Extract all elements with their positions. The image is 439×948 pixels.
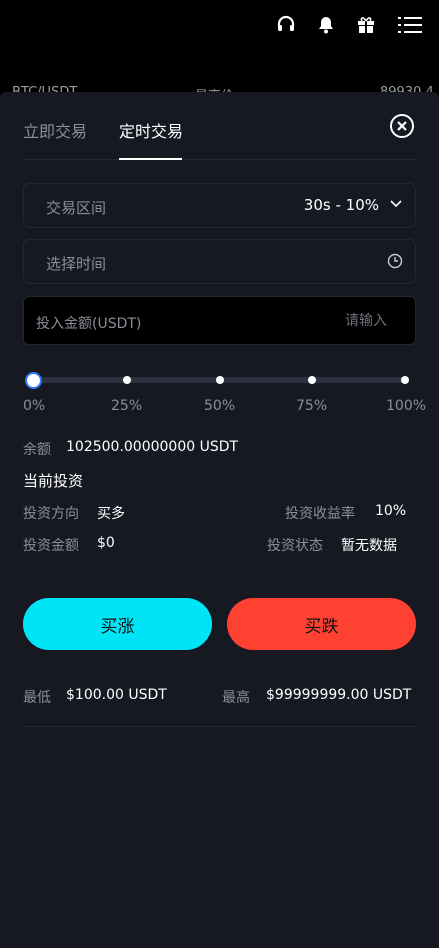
slider-stop-75[interactable] (308, 376, 316, 384)
max-value: $99999999.00 USDT (266, 687, 412, 703)
headset-icon[interactable] (273, 12, 299, 38)
divider (23, 726, 416, 727)
slider-stop-50[interactable] (216, 376, 224, 384)
amount-label: 投入金额(USDT) (36, 316, 142, 332)
current-investment-title: 当前投资 (23, 472, 84, 490)
return-value: 10% (375, 503, 407, 519)
status-label: 投资状态 (267, 538, 323, 554)
balance-value: 102500.00000000 USDT (66, 439, 239, 455)
active-tab-underline (119, 158, 182, 160)
min-value: $100.00 USDT (66, 687, 167, 703)
bell-icon[interactable] (313, 12, 339, 38)
slider-label-75: 75% (296, 398, 328, 414)
amount-slider[interactable] (23, 372, 416, 389)
interval-label: 交易区间 (46, 199, 107, 217)
direction-label: 投资方向 (23, 506, 79, 522)
time-label: 选择时间 (46, 255, 107, 273)
balance-label: 余额 (23, 442, 51, 458)
interval-value: 30s - 10% (303, 196, 379, 214)
top-bar (0, 0, 439, 92)
chevron-down-icon (390, 200, 402, 208)
slider-stop-25[interactable] (123, 376, 131, 384)
invest-amount-value: $0 (97, 535, 115, 551)
slider-label-100: 100% (386, 398, 427, 414)
min-label: 最低 (23, 690, 51, 706)
clock-icon (387, 253, 403, 269)
slider-handle[interactable] (25, 372, 42, 389)
trade-tabs: 立即交易 定时交易 (23, 92, 416, 160)
invest-amount-label: 投资金额 (23, 538, 79, 554)
amount-input[interactable] (297, 309, 387, 333)
buy-up-button[interactable]: 买涨 (23, 598, 212, 650)
max-label: 最高 (222, 690, 250, 706)
amount-field: 投入金额(USDT) (23, 296, 416, 345)
close-button[interactable] (390, 114, 414, 138)
slider-label-25: 25% (111, 398, 143, 414)
time-picker[interactable]: 选择时间 (23, 239, 416, 284)
close-icon (397, 121, 407, 131)
status-value: 暂无数据 (341, 538, 397, 554)
slider-label-0: 0% (23, 398, 46, 414)
tab-instant[interactable]: 立即交易 (23, 118, 87, 142)
trade-sheet: 立即交易 定时交易 交易区间 30s - 10% 选择时间 投入金额(USDT)… (0, 92, 439, 948)
direction-value: 买多 (97, 506, 125, 522)
tab-scheduled[interactable]: 定时交易 (119, 118, 183, 142)
menu-icon[interactable] (397, 12, 423, 38)
slider-stop-100[interactable] (401, 376, 409, 384)
gift-icon[interactable] (353, 12, 379, 38)
slider-label-50: 50% (204, 398, 236, 414)
buy-down-button[interactable]: 买跌 (227, 598, 416, 650)
interval-select[interactable]: 交易区间 30s - 10% (23, 183, 416, 228)
return-label: 投资收益率 (285, 506, 355, 522)
